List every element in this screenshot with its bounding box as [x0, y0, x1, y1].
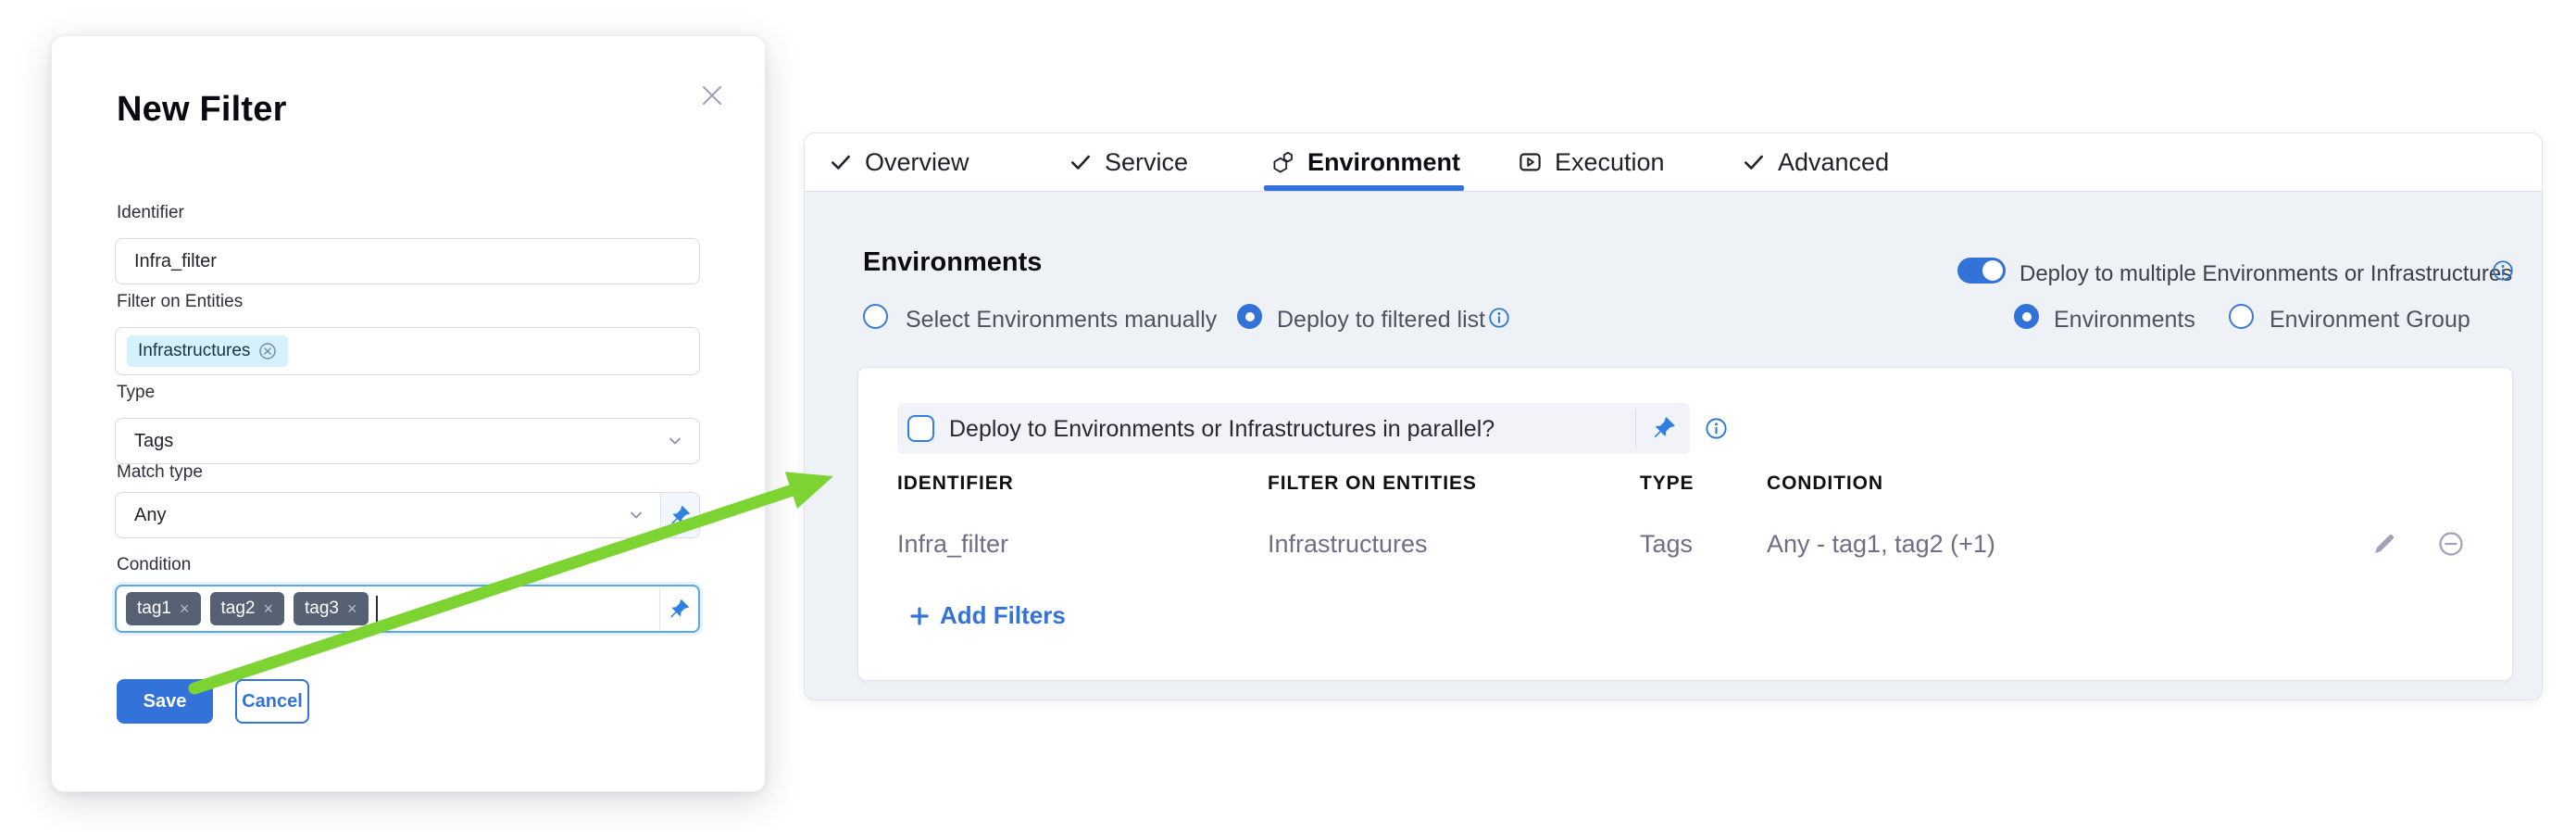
chip-remove-icon[interactable]: [258, 342, 277, 360]
tab-label: Advanced: [1778, 148, 1889, 177]
entity-chip-label: Infrastructures: [138, 341, 250, 361]
tag-label: tag2: [221, 599, 256, 619]
filter-on-entities-input[interactable]: Infrastructures: [115, 327, 700, 375]
radio-select-environments-manually[interactable]: [863, 304, 888, 329]
condition-label: Condition: [117, 555, 191, 575]
plus-icon: [908, 605, 931, 627]
type-select-value: Tags: [116, 431, 666, 452]
condition-tag: tag1 ×: [126, 592, 201, 625]
parallel-pin-button[interactable]: [1652, 415, 1677, 445]
col-header-identifier: IDENTIFIER: [897, 473, 1014, 495]
edit-pencil-icon[interactable]: [2370, 530, 2398, 558]
environments-heading: Environments: [863, 247, 1042, 278]
filter-on-entities-label: Filter on Entities: [117, 292, 243, 312]
deploy-parallel-checkbox[interactable]: [907, 415, 934, 442]
tab-environment[interactable]: Environment: [1270, 133, 1460, 191]
pipeline-stage-panel: Overview Service Environment Execution: [804, 132, 2543, 700]
info-icon[interactable]: [1487, 306, 1511, 330]
tag-label: tag3: [305, 599, 339, 619]
new-filter-modal: New Filter Identifier Filter on Entities…: [51, 35, 766, 792]
save-button[interactable]: Save: [117, 679, 213, 724]
col-header-filter-on-entities: FILTER ON ENTITIES: [1268, 473, 1477, 495]
deploy-parallel-row: Deploy to Environments or Infrastructure…: [897, 403, 1690, 454]
tab-overview[interactable]: Overview: [829, 133, 969, 191]
chevron-down-icon: [666, 432, 684, 450]
radio-label-filtered: Deploy to filtered list: [1277, 307, 1485, 334]
add-filters-button[interactable]: Add Filters: [908, 601, 1066, 630]
condition-tag: tag3 ×: [294, 592, 369, 625]
radio-label-environment-group: Environment Group: [2270, 307, 2470, 334]
pin-icon: [1652, 415, 1677, 440]
identifier-label: Identifier: [117, 203, 184, 223]
radio-label-manual: Select Environments manually: [906, 307, 1217, 334]
pin-icon: [669, 504, 692, 526]
close-button[interactable]: [694, 77, 731, 114]
modal-title: New Filter: [117, 90, 287, 130]
deploy-multiple-toggle[interactable]: [1957, 258, 2006, 284]
identifier-input[interactable]: [115, 238, 700, 284]
row-condition: Any - tag1, tag2 (+1): [1767, 530, 1995, 559]
row-type: Tags: [1640, 530, 1693, 559]
text-cursor: [376, 596, 378, 622]
environment-hexagons-icon: [1270, 150, 1295, 175]
tab-advanced[interactable]: Advanced: [1742, 133, 1889, 191]
type-label: Type: [117, 383, 155, 403]
col-header-type: TYPE: [1640, 473, 1694, 495]
screen: New Filter Identifier Filter on Entities…: [0, 0, 2576, 832]
add-filters-label: Add Filters: [940, 601, 1066, 630]
info-icon[interactable]: [2491, 258, 2515, 283]
tab-service[interactable]: Service: [1069, 133, 1188, 191]
tag-remove-icon[interactable]: ×: [347, 599, 357, 619]
deploy-multiple-toggle-label: Deploy to multiple Environments or Infra…: [2020, 261, 2512, 287]
radio-environments[interactable]: [2014, 304, 2039, 329]
check-icon: [1069, 150, 1093, 174]
row-identifier: Infra_filter: [897, 530, 1008, 559]
chevron-down-icon: [627, 506, 645, 524]
row-filter-on-entities: Infrastructures: [1268, 530, 1428, 559]
environment-tab-content: Environments Select Environments manuall…: [805, 192, 2542, 700]
condition-tag: tag2 ×: [210, 592, 285, 625]
stage-tabbar: Overview Service Environment Execution: [805, 133, 2542, 192]
tab-execution[interactable]: Execution: [1518, 133, 1665, 191]
filters-card: Deploy to Environments or Infrastructure…: [857, 367, 2513, 681]
match-type-pin-button[interactable]: [660, 493, 699, 537]
execution-play-icon: [1518, 150, 1543, 175]
radio-label-environments: Environments: [2054, 307, 2195, 334]
col-header-condition: CONDITION: [1767, 473, 1883, 495]
condition-input[interactable]: tag1 × tag2 × tag3 ×: [115, 585, 700, 633]
type-select[interactable]: Tags: [115, 418, 700, 464]
close-icon: [698, 82, 726, 109]
tab-label: Environment: [1307, 148, 1460, 177]
tag-remove-icon[interactable]: ×: [180, 599, 190, 619]
tab-label: Service: [1105, 148, 1188, 177]
check-icon: [829, 150, 853, 174]
cancel-button[interactable]: Cancel: [235, 679, 309, 724]
tag-remove-icon[interactable]: ×: [263, 599, 273, 619]
radio-environment-group[interactable]: [2229, 304, 2254, 329]
toggle-knob: [1982, 260, 2003, 281]
check-icon: [1742, 150, 1766, 174]
tag-label: tag1: [137, 599, 171, 619]
tab-label: Overview: [865, 148, 969, 177]
entity-chip: Infrastructures: [127, 335, 288, 367]
remove-minus-circle-icon[interactable]: [2437, 530, 2465, 558]
info-icon[interactable]: [1704, 416, 1729, 441]
condition-pin-button[interactable]: [659, 586, 698, 631]
deploy-parallel-label: Deploy to Environments or Infrastructure…: [949, 416, 1494, 443]
match-type-select-value: Any: [116, 505, 627, 526]
match-type-select[interactable]: Any: [115, 492, 700, 538]
radio-deploy-to-filtered-list[interactable]: [1237, 304, 1262, 329]
pin-icon: [669, 598, 691, 620]
match-type-label: Match type: [117, 462, 203, 483]
tab-label: Execution: [1555, 148, 1665, 177]
divider: [1635, 409, 1636, 448]
active-tab-underline: [1264, 185, 1464, 191]
